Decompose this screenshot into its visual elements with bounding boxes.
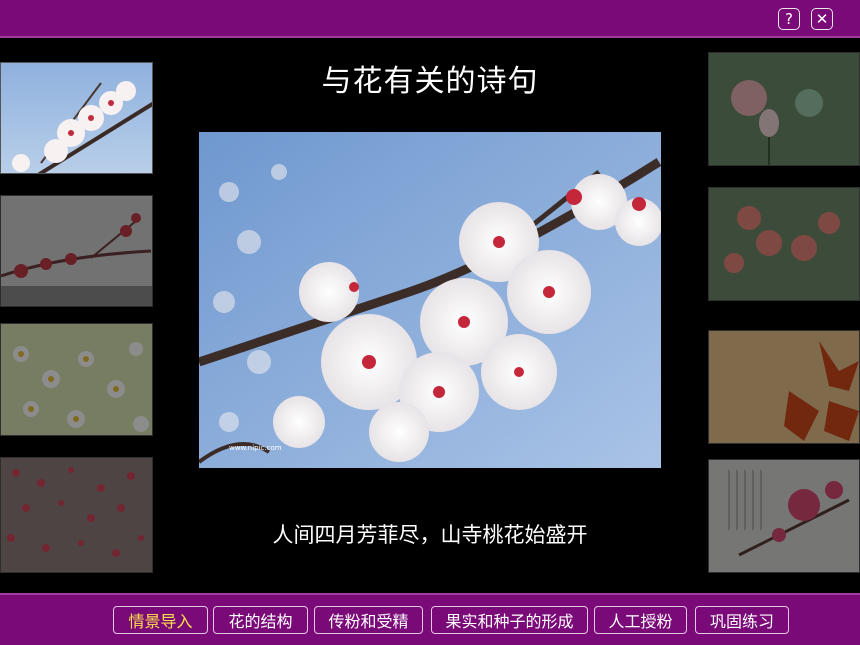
thumb-left-2-plum[interactable] [0, 195, 153, 307]
close-icon: ✕ [815, 9, 829, 28]
nav-button-flower-structure[interactable]: 花的结构 [213, 606, 308, 634]
poem-caption: 人间四月芳菲尽，山寺桃花始盛开 [272, 523, 588, 547]
thumb-right-3-maple[interactable] [708, 330, 860, 444]
thumb-left-4-petals[interactable] [0, 457, 153, 573]
plum-branch-image [1, 196, 152, 306]
close-button[interactable]: ✕ [811, 8, 833, 30]
nav-button-pollination[interactable]: 传粉和受精 [314, 606, 423, 634]
nav-button-scenario-intro[interactable]: 情景导入 [113, 606, 208, 634]
daisy-image [1, 324, 152, 435]
watermark-text: www.nipic.com [229, 444, 282, 452]
center-photo: www.nipic.com [199, 132, 661, 468]
apricot-blossom-image: www.nipic.com [199, 132, 661, 468]
page-title: 与花有关的诗句 [321, 64, 539, 99]
peach-flower-image [709, 188, 859, 300]
thumb-right-2-peach[interactable] [708, 187, 860, 301]
maple-leaf-image [709, 331, 859, 443]
top-bar [0, 0, 860, 38]
plum-poem-image [709, 460, 859, 572]
help-icon: ? [785, 9, 793, 28]
nav-button-practice[interactable]: 巩固练习 [695, 606, 789, 634]
thumb-right-4-plum-poem[interactable] [708, 459, 860, 573]
fallen-petals-image [1, 458, 152, 572]
help-button[interactable]: ? [778, 8, 800, 30]
thumb-left-3-daisies[interactable] [0, 323, 153, 436]
nav-button-fruit-seed[interactable]: 果实和种子的形成 [431, 606, 588, 634]
nav-button-artificial-pollination[interactable]: 人工授粉 [594, 606, 687, 634]
